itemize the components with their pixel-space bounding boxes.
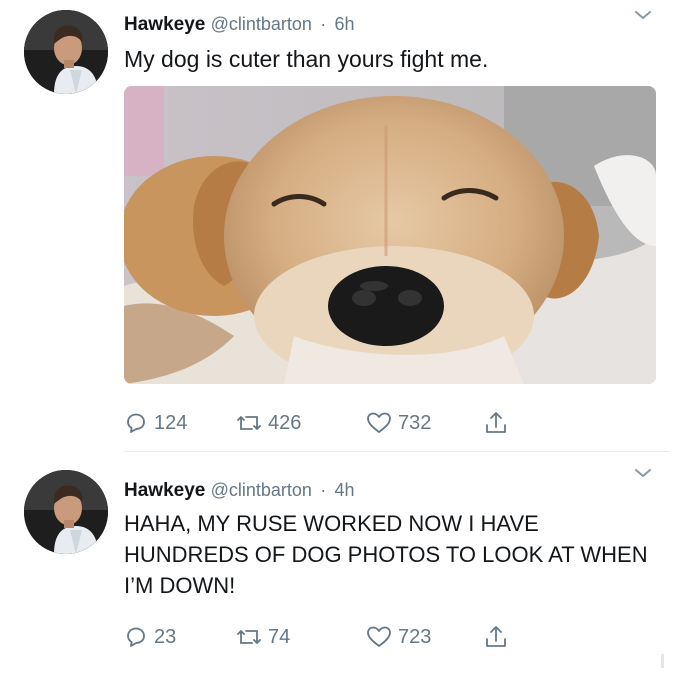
- avatar[interactable]: [24, 10, 108, 94]
- retweet-icon: [237, 630, 261, 644]
- tweet-text: HAHA, MY RUSE WORKED NOW I HAVE HUNDREDS…: [124, 511, 648, 598]
- tweet-header: Hawkeye @clintbarton · 6h: [124, 12, 355, 37]
- like-count: 732: [398, 411, 432, 434]
- share-button[interactable]: [484, 408, 514, 438]
- separator-dot: ·: [320, 480, 327, 500]
- like-button[interactable]: 723: [366, 622, 431, 652]
- tweet[interactable]: Hawkeye @clintbarton · 4h HAHA, MY RUSE …: [0, 452, 700, 700]
- tweet-actions: 124 426 732: [124, 408, 544, 438]
- share-icon: [486, 412, 506, 433]
- chevron-down-icon[interactable]: [634, 8, 652, 20]
- heart-icon: [367, 412, 391, 433]
- share-button[interactable]: [484, 622, 514, 652]
- share-icon: [486, 626, 506, 647]
- reply-count: 23: [154, 625, 177, 648]
- timeline: Hawkeye @clintbarton · 6h My dog is cute…: [0, 0, 700, 700]
- separator-dot: ·: [320, 14, 327, 34]
- timestamp[interactable]: 6h: [335, 14, 355, 34]
- display-name[interactable]: Hawkeye: [124, 14, 205, 35]
- retweet-button[interactable]: 74: [236, 622, 290, 652]
- scrollbar-thumb[interactable]: [661, 654, 664, 668]
- like-count: 723: [398, 625, 432, 648]
- display-name[interactable]: Hawkeye: [124, 480, 205, 501]
- chevron-down-icon[interactable]: [634, 466, 652, 478]
- tweet-media-photo[interactable]: [124, 86, 656, 384]
- retweet-count: 74: [268, 625, 291, 648]
- reply-button[interactable]: 124: [124, 408, 187, 438]
- heart-icon: [367, 626, 391, 647]
- timestamp[interactable]: 4h: [335, 480, 355, 500]
- user-handle[interactable]: @clintbarton: [211, 14, 312, 34]
- tweet[interactable]: Hawkeye @clintbarton · 6h My dog is cute…: [0, 0, 700, 452]
- tweet-actions: 23 74 723: [124, 622, 544, 652]
- retweet-icon: [237, 416, 261, 430]
- retweet-button[interactable]: 426: [236, 408, 301, 438]
- retweet-count: 426: [268, 411, 302, 434]
- user-handle[interactable]: @clintbarton: [211, 480, 312, 500]
- reply-icon: [127, 627, 145, 647]
- reply-button[interactable]: 23: [124, 622, 176, 652]
- like-button[interactable]: 732: [366, 408, 431, 438]
- avatar[interactable]: [24, 470, 108, 554]
- reply-count: 124: [154, 411, 188, 434]
- tweet-header: Hawkeye @clintbarton · 4h: [124, 478, 355, 503]
- reply-icon: [127, 413, 145, 433]
- tweet-text: My dog is cuter than yours fight me.: [124, 46, 489, 72]
